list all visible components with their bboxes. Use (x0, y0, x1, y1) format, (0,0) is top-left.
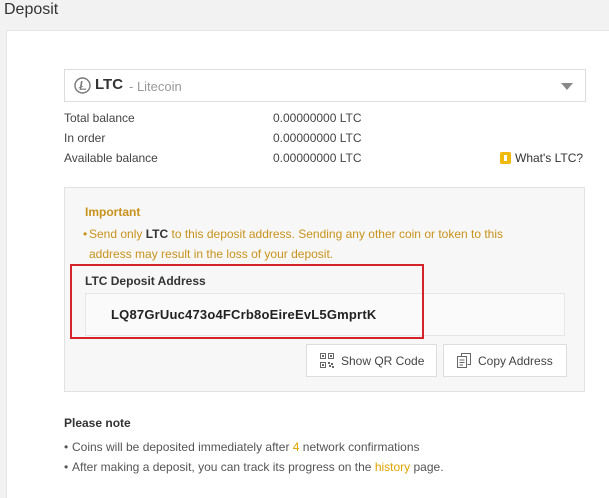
whats-ltc-link[interactable]: What's LTC? (500, 151, 583, 165)
balance-label: Available balance (64, 151, 158, 165)
balance-value: 0.00000000 LTC (273, 131, 362, 145)
bullet: • (83, 227, 88, 241)
important-text: • Send only LTC to this deposit address. … (83, 224, 529, 264)
note-text-part: page. (410, 460, 444, 474)
note-item-confirmations: • Coins will be deposited immediately aft… (64, 440, 420, 454)
whats-ltc-label: What's LTC? (515, 151, 584, 165)
copy-address-label: Copy Address (478, 354, 553, 368)
copy-address-button[interactable]: Copy Address (443, 344, 567, 377)
page-title: Deposit (4, 1, 59, 18)
copy-icon (457, 353, 471, 368)
coin-name: - Litecoin (129, 79, 182, 94)
important-text-part: Send only (89, 227, 146, 241)
balance-value: 0.00000000 LTC (273, 111, 362, 125)
deposit-address-field[interactable]: LQ87GrUuc473o4FCrb8oEireEvL5GmprtK (85, 293, 565, 336)
important-coin: LTC (145, 227, 169, 241)
balance-label: In order (64, 131, 106, 145)
note-text-part: Coins will be deposited immediately afte… (72, 440, 293, 454)
qr-code-icon (320, 353, 334, 368)
show-qr-code-button[interactable]: Show QR Code (306, 344, 437, 377)
litecoin-icon (74, 77, 91, 94)
deposit-address-value[interactable]: LQ87GrUuc473o4FCrb8oEireEvL5GmprtK (111, 307, 376, 322)
balance-label: Total balance (64, 111, 135, 125)
please-note-title: Please note (64, 416, 131, 430)
coin-select[interactable]: LTC - Litecoin (64, 69, 586, 102)
balance-value: 0.00000000 LTC (273, 151, 362, 165)
note-text-part: network confirmations (299, 440, 420, 454)
history-link[interactable]: history (375, 460, 410, 474)
bullet: • (64, 460, 69, 474)
info-bulb-icon (500, 152, 511, 164)
note-text-part: After making a deposit, you can track it… (72, 460, 375, 474)
note-item-history: • After making a deposit, you can track i… (64, 460, 444, 474)
coin-code: LTC (95, 76, 124, 93)
important-title: Important (85, 205, 141, 219)
chevron-down-icon[interactable] (561, 83, 573, 90)
deposit-address-label: LTC Deposit Address (85, 274, 206, 288)
bullet: • (64, 440, 69, 454)
show-qr-code-label: Show QR Code (341, 354, 425, 368)
